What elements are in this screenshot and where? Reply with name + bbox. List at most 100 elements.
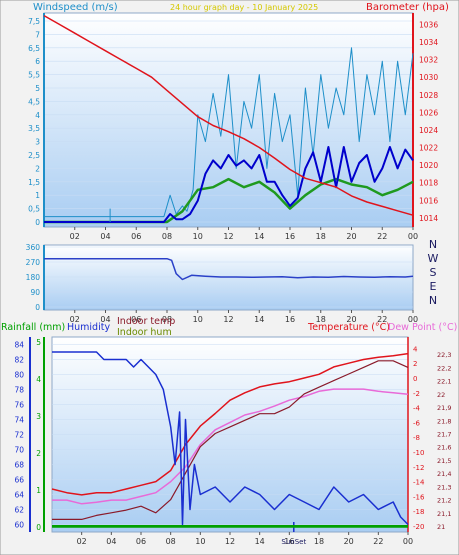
humidity-tick-label: 70 (14, 446, 24, 455)
humidity-tick-label: 76 (14, 401, 24, 410)
indoor-tick-label: 21,1 (437, 510, 451, 518)
barometer-axis-title: Barometer (hpa) (366, 2, 449, 13)
temperature-tick-label: -4 (413, 405, 421, 413)
temperature-tick-label: -6 (413, 419, 421, 427)
indoor-tick-label: 22,1 (437, 378, 451, 386)
temperature-tick-label: 0 (413, 375, 417, 383)
barometer-tick-label: 1026 (419, 108, 438, 117)
windspeed-tick-label: 2,5 (28, 151, 40, 160)
x-tick-label: 10 (195, 537, 205, 546)
temperature-tick-label: -20 (413, 523, 424, 531)
x-tick-label: 20 (346, 232, 356, 241)
indoor-tick-label: 21 (437, 523, 445, 531)
windspeed-tick-label: 4 (35, 111, 40, 120)
barometer-tick-label: 1036 (419, 20, 438, 29)
windspeed-tick-label: 5 (35, 84, 40, 93)
humidity-tick-label: 74 (14, 416, 24, 425)
compass-label: E (430, 280, 437, 293)
weather-graph-canvas: Windspeed (m/s) 24 hour graph day - 10 J… (0, 0, 459, 555)
x-tick-label: 12 (223, 232, 233, 241)
x-tick-label: 20 (344, 537, 354, 546)
barometer-tick-label: 1020 (419, 161, 438, 170)
temperature-tick-label: 2 (413, 360, 417, 368)
x-tick-label: 14 (255, 537, 265, 546)
windspeed-tick-label: 7 (35, 30, 40, 39)
compass-label: W (428, 252, 439, 265)
temperature-tick-label: -10 (413, 449, 424, 457)
rainfall-tick-label: 3 (36, 412, 41, 421)
x-tick-label: 10 (193, 315, 203, 324)
sunset-label: SunSet (281, 538, 306, 546)
humidity-tick-label: 68 (14, 461, 24, 470)
legend-label: Humidity (67, 322, 110, 333)
temperature-tick-label: -16 (413, 493, 425, 501)
x-tick-label: 04 (106, 537, 116, 546)
rainfall-tick-label: 0 (36, 523, 41, 532)
rainfall-tick-label: 4 (36, 375, 41, 384)
humidity-tick-label: 62 (14, 506, 24, 515)
x-tick-label: 04 (100, 232, 110, 241)
windspeed-tick-label: 6,5 (28, 44, 40, 53)
legend-label: Indoor temp (117, 316, 175, 327)
x-tick-label: 22 (377, 232, 387, 241)
windspeed-axis-title: Windspeed (m/s) (33, 2, 118, 13)
rainfall-tick-label: 2 (36, 449, 41, 458)
barometer-tick-label: 1032 (419, 56, 438, 65)
windspeed-tick-label: 4,5 (28, 97, 40, 106)
direction-tick-label: 360 (26, 243, 41, 252)
barometer-tick-label: 1018 (419, 179, 438, 188)
indoor-tick-label: 21,7 (437, 431, 451, 439)
rainfall-tick-label: 5 (36, 338, 41, 347)
indoor-tick-label: 22 (437, 391, 445, 399)
x-tick-label: 02 (77, 537, 87, 546)
x-tick-label: 10 (193, 232, 203, 241)
x-tick-label: 14 (254, 315, 264, 324)
rainfall-tick-label: 1 (36, 486, 41, 495)
compass-label: S (430, 266, 437, 279)
indoor-tick-label: 21,6 (437, 444, 451, 452)
humidity-tick-label: 72 (14, 431, 24, 440)
windspeed-barometer-panel: 00,511,522,533,544,555,566,577,510141016… (28, 12, 438, 241)
humidity-tick-label: 66 (14, 476, 24, 485)
direction-tick-label: 90 (30, 288, 40, 297)
indoor-tick-label: 21,8 (437, 417, 451, 425)
temperature-tick-label: -14 (413, 479, 425, 487)
windspeed-tick-label: 3 (35, 138, 40, 147)
compass-label: N (429, 238, 437, 251)
x-tick-label: 00 (408, 232, 418, 241)
windspeed-tick-label: 5,5 (28, 71, 40, 80)
windspeed-tick-label: 0,5 (28, 205, 40, 214)
x-tick-label: 18 (314, 537, 324, 546)
temperature-tick-label: -2 (413, 390, 420, 398)
windspeed-tick-label: 6 (35, 57, 40, 66)
direction-tick-label: 270 (26, 258, 41, 267)
barometer-tick-label: 1022 (419, 144, 438, 153)
humidity-tick-label: 78 (14, 386, 24, 395)
period-title: 24 hour graph day - 10 January 2025 (170, 3, 318, 12)
windspeed-tick-label: 3,5 (28, 124, 40, 133)
indoor-tick-label: 21,4 (437, 470, 451, 478)
barometer-tick-label: 1034 (419, 38, 438, 47)
humidity-tick-label: 60 (14, 521, 24, 530)
temperature-tick-label: -12 (413, 464, 424, 472)
x-tick-label: 16 (285, 232, 295, 241)
humidity-tick-label: 64 (14, 491, 24, 500)
humidity-tick-label: 84 (14, 341, 24, 350)
temperature-tick-label: 4 (413, 345, 418, 353)
barometer-tick-label: 1028 (419, 91, 438, 100)
legend-label: Indoor hum (117, 327, 172, 338)
windspeed-tick-label: 0 (35, 218, 40, 227)
legend-label: Dew Point (°C) (388, 322, 457, 333)
windspeed-tick-label: 1,5 (28, 178, 40, 187)
x-tick-label: 06 (136, 537, 146, 546)
indoor-tick-label: 21,5 (437, 457, 451, 465)
x-tick-label: 12 (225, 537, 235, 546)
indoor-tick-label: 21,2 (437, 497, 451, 505)
barometer-tick-label: 1014 (419, 214, 438, 223)
compass-label: N (429, 294, 437, 307)
humidity-tick-label: 82 (14, 356, 24, 365)
indoor-tick-label: 21,9 (437, 404, 451, 412)
x-tick-label: 08 (166, 537, 176, 546)
barometer-tick-label: 1016 (419, 196, 438, 205)
legend-label: Rainfall (mm) (1, 322, 65, 333)
